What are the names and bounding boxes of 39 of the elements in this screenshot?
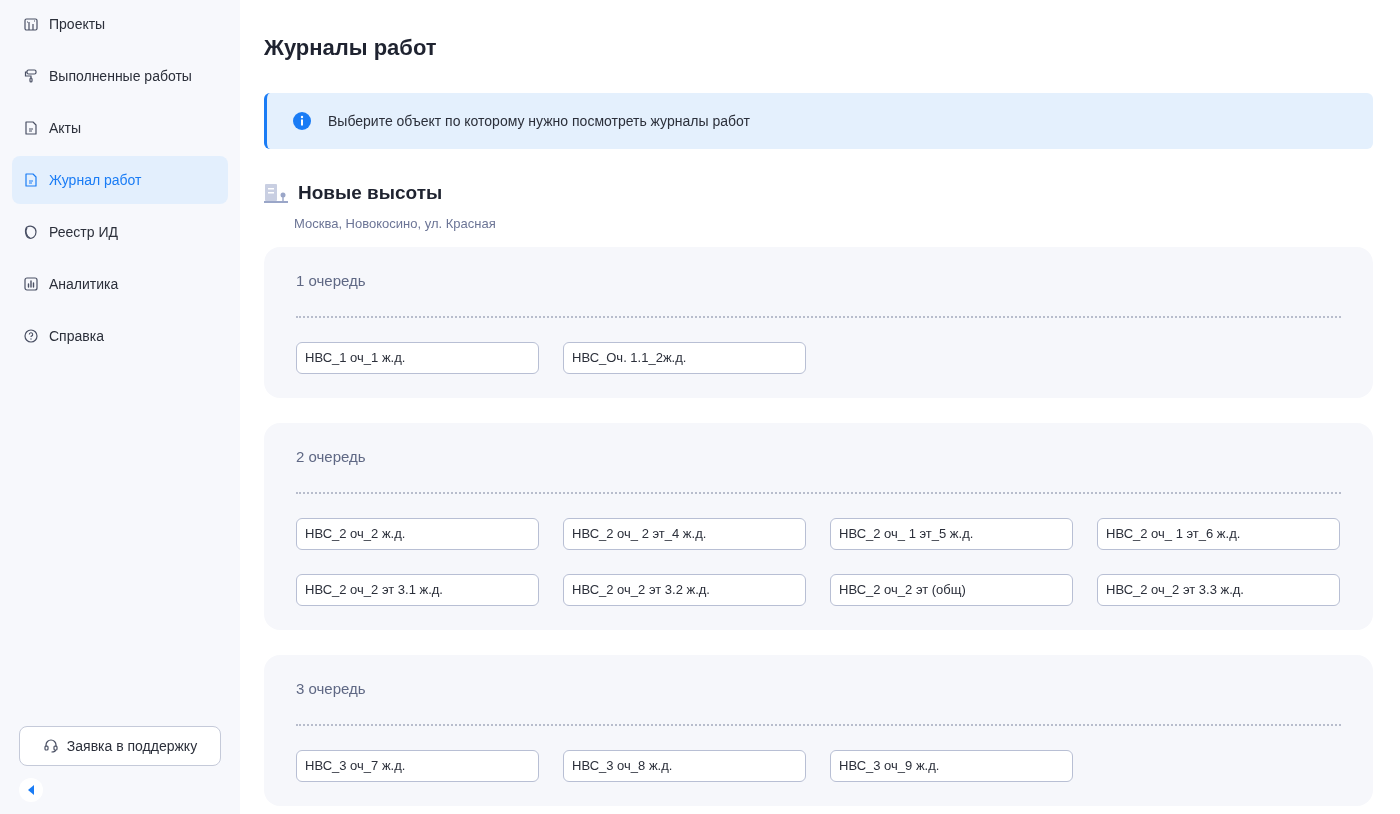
help-icon	[23, 328, 39, 344]
info-text: Выберите объект по которому нужно посмотреть журналы работ	[328, 111, 750, 131]
support-button[interactable]: Заявка в поддержку	[19, 726, 221, 766]
journal-button[interactable]: НВС_1 оч_1 ж.д.	[296, 342, 539, 374]
journal-button[interactable]: НВС_3 оч_9 ж.д.	[830, 750, 1073, 782]
journal-button[interactable]: НВС_2 оч_2 эт 3.1 ж.д.	[296, 574, 539, 606]
object-address: Москва, Новокосино, ул. Красная	[294, 214, 497, 233]
headset-icon	[42, 738, 59, 754]
journal-button[interactable]: НВС_2 оч_2 эт (общ)	[830, 574, 1073, 606]
sidebar-item[interactable]: Журнал работ	[12, 156, 228, 204]
collapse-button[interactable]	[19, 778, 43, 802]
sidebar-item[interactable]: Реестр ИД	[12, 208, 228, 256]
queue-title: 2 очередь	[296, 447, 367, 467]
journal-button[interactable]: НВС_2 оч_ 1 эт_5 ж.д.	[830, 518, 1073, 550]
journal-button[interactable]: НВС_3 оч_8 ж.д.	[563, 750, 806, 782]
page-title: Журналы работ	[264, 34, 438, 62]
sidebar-item[interactable]: Аналитика	[12, 260, 228, 308]
journal-button[interactable]: НВС_2 оч_2 эт 3.3 ж.д.	[1097, 574, 1340, 606]
info-icon	[293, 112, 311, 130]
queue-title: 1 очередь	[296, 271, 367, 291]
paint-roller-icon	[23, 68, 39, 84]
journal-button[interactable]: НВС_2 оч_2 ж.д.	[296, 518, 539, 550]
sidebar-item[interactable]: Справка	[12, 312, 228, 360]
queue-title: 3 очередь	[296, 679, 367, 699]
journal-button[interactable]: НВС_Оч. 1.1_2ж.д.	[563, 342, 806, 374]
journal-button[interactable]: НВС_3 оч_7 ж.д.	[296, 750, 539, 782]
object-name: Новые высоты	[298, 181, 443, 205]
buildings-icon	[23, 16, 39, 32]
journal-button[interactable]: НВС_2 оч_ 2 эт_4 ж.д.	[563, 518, 806, 550]
bar-chart-icon	[23, 276, 39, 292]
sidebar-item[interactable]: Выполненные работы	[12, 52, 228, 100]
journal-button[interactable]: НВС_2 оч_ 1 эт_6 ж.д.	[1097, 518, 1340, 550]
journal-button[interactable]: НВС_2 оч_2 эт 3.2 ж.д.	[563, 574, 806, 606]
triangle-left-icon	[28, 785, 34, 795]
document-icon	[23, 120, 39, 136]
sidebar-item[interactable]: Акты	[12, 104, 228, 152]
document-icon	[23, 172, 39, 188]
building-icon	[264, 183, 288, 204]
sidebar-item[interactable]: Проекты	[12, 0, 228, 48]
